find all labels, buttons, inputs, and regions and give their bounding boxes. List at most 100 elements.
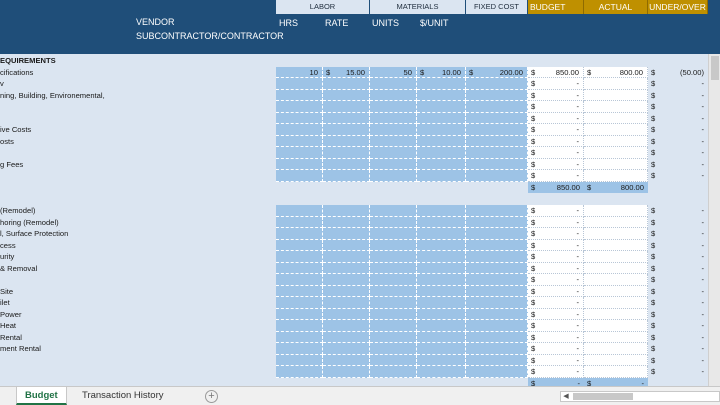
rate-input-cell[interactable] — [323, 251, 370, 263]
actual-cell[interactable] — [584, 354, 648, 366]
per_unit-input-cell[interactable] — [417, 239, 466, 251]
fixed-input-cell[interactable] — [466, 239, 528, 251]
units-input-cell[interactable] — [370, 297, 417, 309]
units-input-cell[interactable] — [370, 78, 417, 90]
per_unit-input-cell[interactable] — [417, 205, 466, 217]
units-input-cell[interactable] — [370, 366, 417, 378]
rate-input-cell[interactable] — [323, 124, 370, 136]
per_unit-input-cell[interactable] — [417, 297, 466, 309]
fixed-input-cell[interactable] — [466, 112, 528, 124]
hrs-input-cell[interactable] — [276, 101, 323, 113]
add-sheet-icon[interactable]: + — [205, 390, 218, 403]
hrs-input-cell[interactable] — [276, 343, 323, 355]
units-input-cell[interactable] — [370, 112, 417, 124]
fixed-input-cell[interactable] — [466, 354, 528, 366]
rate-input-cell[interactable] — [323, 147, 370, 159]
actual-cell[interactable] — [584, 251, 648, 263]
rate-input-cell[interactable] — [323, 78, 370, 90]
fixed-input-cell[interactable] — [466, 297, 528, 309]
hrs-input-cell[interactable] — [276, 170, 323, 182]
fixed-input-cell[interactable] — [466, 262, 528, 274]
actual-cell[interactable] — [584, 274, 648, 286]
units-input-cell[interactable] — [370, 158, 417, 170]
per_unit-input-cell[interactable] — [417, 101, 466, 113]
fixed-input-cell[interactable]: $200.00 — [466, 66, 528, 78]
fixed-input-cell[interactable] — [466, 331, 528, 343]
actual-cell[interactable] — [584, 262, 648, 274]
hrs-input-cell[interactable] — [276, 262, 323, 274]
hrs-input-cell[interactable] — [276, 89, 323, 101]
fixed-input-cell[interactable] — [466, 308, 528, 320]
rate-input-cell[interactable] — [323, 205, 370, 217]
rate-input-cell[interactable] — [323, 320, 370, 332]
per_unit-input-cell[interactable] — [417, 216, 466, 228]
actual-cell[interactable] — [584, 331, 648, 343]
rate-input-cell[interactable] — [323, 262, 370, 274]
per_unit-input-cell[interactable] — [417, 274, 466, 286]
actual-cell[interactable] — [584, 89, 648, 101]
per_unit-input-cell[interactable]: $10.00 — [417, 66, 466, 78]
hrs-input-cell[interactable] — [276, 228, 323, 240]
scroll-left-icon[interactable]: ◀ — [561, 392, 571, 401]
actual-cell[interactable] — [584, 297, 648, 309]
units-input-cell[interactable] — [370, 89, 417, 101]
actual-cell[interactable] — [584, 135, 648, 147]
scroll-thumb[interactable] — [711, 56, 719, 80]
per_unit-input-cell[interactable] — [417, 89, 466, 101]
actual-cell[interactable]: $800.00 — [584, 66, 648, 78]
fixed-input-cell[interactable] — [466, 78, 528, 90]
units-input-cell[interactable] — [370, 135, 417, 147]
vertical-scrollbar[interactable] — [708, 54, 720, 386]
rate-input-cell[interactable] — [323, 331, 370, 343]
actual-cell[interactable] — [584, 320, 648, 332]
per_unit-input-cell[interactable] — [417, 78, 466, 90]
fixed-input-cell[interactable] — [466, 170, 528, 182]
rate-input-cell[interactable] — [323, 308, 370, 320]
hrs-input-cell[interactable] — [276, 216, 323, 228]
fixed-input-cell[interactable] — [466, 158, 528, 170]
per_unit-input-cell[interactable] — [417, 228, 466, 240]
hrs-input-cell[interactable] — [276, 354, 323, 366]
actual-cell[interactable] — [584, 112, 648, 124]
rate-input-cell[interactable] — [323, 101, 370, 113]
units-input-cell[interactable] — [370, 216, 417, 228]
rate-input-cell[interactable] — [323, 285, 370, 297]
hrs-input-cell[interactable] — [276, 205, 323, 217]
rate-input-cell[interactable] — [323, 297, 370, 309]
units-input-cell[interactable] — [370, 251, 417, 263]
fixed-input-cell[interactable] — [466, 285, 528, 297]
units-input-cell[interactable] — [370, 239, 417, 251]
hrs-input-cell[interactable] — [276, 239, 323, 251]
hrs-input-cell[interactable] — [276, 274, 323, 286]
actual-cell[interactable] — [584, 158, 648, 170]
actual-cell[interactable] — [584, 170, 648, 182]
units-input-cell[interactable] — [370, 101, 417, 113]
units-input-cell[interactable]: 50 — [370, 66, 417, 78]
actual-cell[interactable] — [584, 308, 648, 320]
fixed-input-cell[interactable] — [466, 101, 528, 113]
per_unit-input-cell[interactable] — [417, 308, 466, 320]
rate-input-cell[interactable] — [323, 112, 370, 124]
per_unit-input-cell[interactable] — [417, 262, 466, 274]
fixed-input-cell[interactable] — [466, 205, 528, 217]
units-input-cell[interactable] — [370, 331, 417, 343]
rate-input-cell[interactable] — [323, 354, 370, 366]
hrs-input-cell[interactable] — [276, 78, 323, 90]
per_unit-input-cell[interactable] — [417, 158, 466, 170]
hrs-input-cell[interactable] — [276, 251, 323, 263]
hrs-input-cell[interactable] — [276, 320, 323, 332]
per_unit-input-cell[interactable] — [417, 112, 466, 124]
fixed-input-cell[interactable] — [466, 147, 528, 159]
fixed-input-cell[interactable] — [466, 124, 528, 136]
hrs-input-cell[interactable] — [276, 158, 323, 170]
actual-cell[interactable] — [584, 285, 648, 297]
per_unit-input-cell[interactable] — [417, 331, 466, 343]
hrs-input-cell[interactable] — [276, 331, 323, 343]
actual-cell[interactable] — [584, 239, 648, 251]
rate-input-cell[interactable] — [323, 343, 370, 355]
tab-transaction-history[interactable]: Transaction History — [74, 387, 171, 405]
hrs-input-cell[interactable] — [276, 124, 323, 136]
hrs-input-cell[interactable] — [276, 112, 323, 124]
actual-cell[interactable] — [584, 101, 648, 113]
units-input-cell[interactable] — [370, 147, 417, 159]
